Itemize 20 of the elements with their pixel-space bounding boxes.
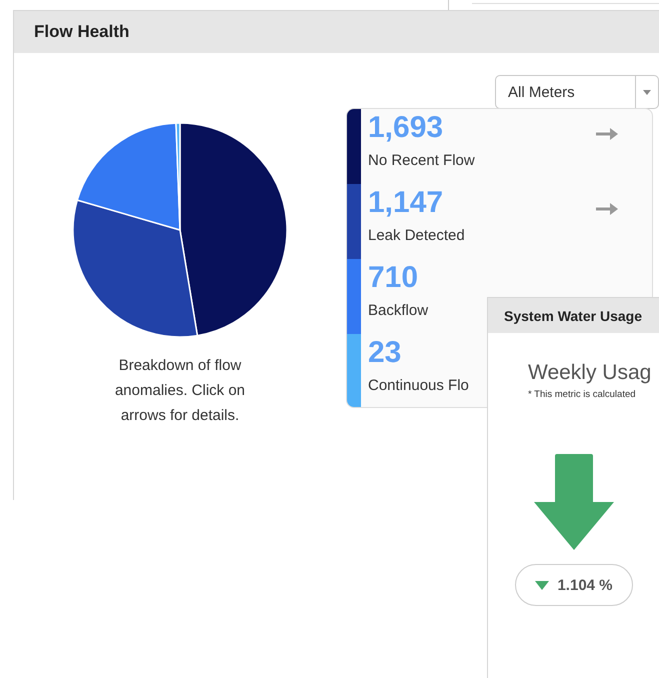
chart-caption: Breakdown of flow anomalies. Click on arrows for details.	[114, 356, 246, 426]
stat-count: 710	[368, 261, 418, 295]
panel-title: System Water Usage	[504, 308, 642, 324]
stat-label: Continuous Flo	[368, 377, 469, 394]
stat-count: 1,693	[368, 111, 444, 145]
arrow-right-icon[interactable]	[596, 203, 618, 215]
panel-title: Flow Health	[34, 22, 130, 42]
arrow-right-icon[interactable]	[596, 128, 618, 140]
caret-icon	[643, 90, 651, 94]
footnote: * This metric is calculated	[527, 389, 636, 400]
stat-label: Backflow	[368, 302, 428, 319]
triangle-icon	[535, 580, 550, 590]
change-badge: 1.104 %	[515, 564, 633, 606]
usage-heading: Weekly Usag	[527, 361, 652, 385]
stat-label: No Recent Flow	[368, 152, 475, 169]
stat-label: Leak Detected	[368, 227, 465, 244]
meter-dropdown[interactable]: All Meters	[495, 75, 659, 109]
trend-arrow-icon	[534, 454, 614, 550]
stat-count: 23	[368, 336, 402, 370]
stat-count: 1,147	[368, 186, 444, 220]
